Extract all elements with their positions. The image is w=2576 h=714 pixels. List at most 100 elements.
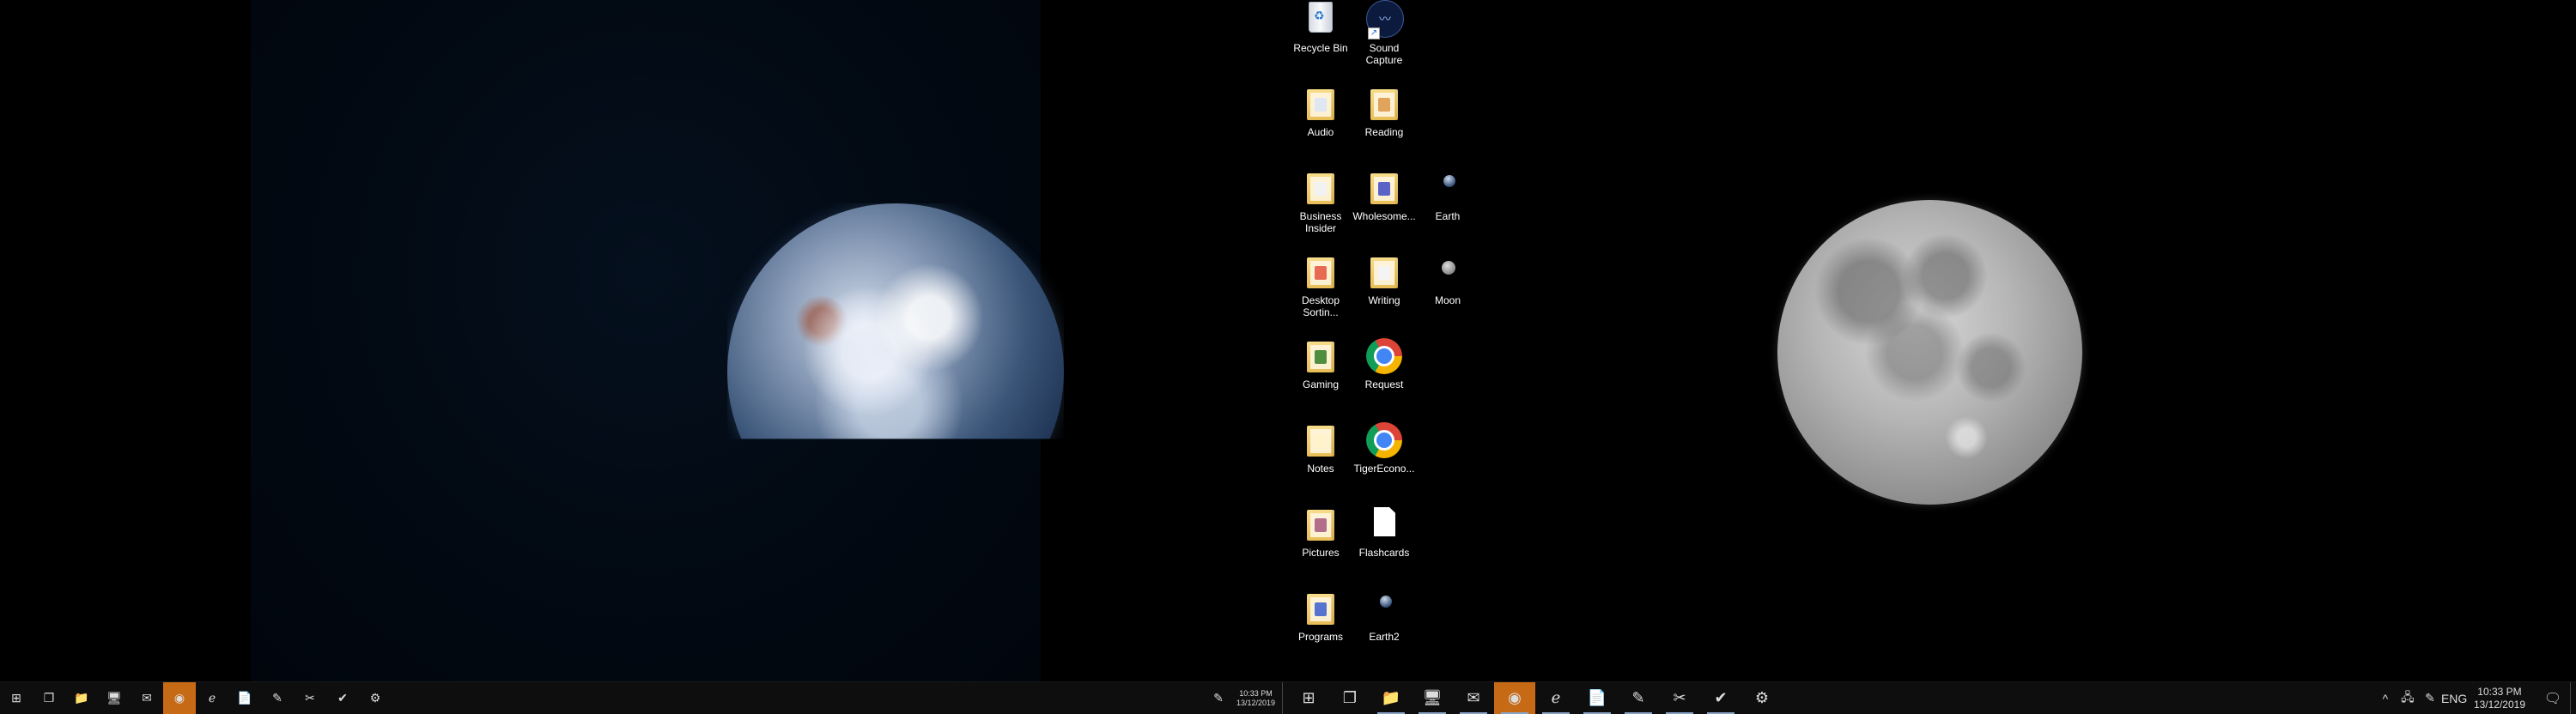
- desktop-icon-label: Desktop Sortin...: [1301, 294, 1340, 318]
- desktop-icon-flashcards[interactable]: Flashcards: [1352, 505, 1417, 559]
- desktop-icon-desktop-sorting[interactable]: Desktop Sortin...: [1288, 252, 1353, 318]
- settings-taskbar-button[interactable]: ⚙: [1741, 682, 1783, 714]
- desktop-icon-tigerecono[interactable]: TigerEcono...: [1352, 421, 1417, 475]
- checkmark-taskbar-button[interactable]: ✔: [1700, 682, 1741, 714]
- monitor-app-button[interactable]: 🖥: [98, 682, 131, 714]
- image-icon: [1428, 168, 1467, 208]
- earth-wallpaper: [251, 0, 1064, 682]
- right-monitor: Recycle Bin 〰↗ Sound Capture Audio Readi…: [1288, 0, 2576, 714]
- clock-time: 10:33 PM: [2477, 685, 2522, 698]
- document-taskbar-button[interactable]: 📄: [1577, 682, 1618, 714]
- desktop-icon-label: Earth: [1435, 210, 1461, 222]
- desktop-icon-earth2[interactable]: Earth2: [1352, 589, 1417, 643]
- earth-image: [727, 203, 1064, 439]
- folder-icon: [1301, 421, 1340, 460]
- chrome-taskbar-button[interactable]: ◉: [1494, 682, 1535, 714]
- desktop-icon-notes[interactable]: Notes: [1288, 421, 1353, 475]
- document-taskbar-button[interactable]: 📄: [228, 682, 261, 714]
- mail-app-button[interactable]: ✉: [1453, 682, 1494, 714]
- folder-icon: [1364, 252, 1404, 292]
- desktop-icon-earth[interactable]: Earth: [1415, 168, 1480, 222]
- pen-icon[interactable]: ✎: [2419, 691, 2441, 705]
- desktop-icon-moon[interactable]: Moon: [1415, 252, 1480, 306]
- checkmark-taskbar-button[interactable]: ✔: [326, 682, 359, 714]
- recycle-bin-icon: [1301, 0, 1340, 39]
- desktop-icon-label: Audio: [1307, 126, 1334, 138]
- desktop-icon-label: Reading: [1364, 126, 1404, 138]
- desktop-icon-recycle-bin[interactable]: Recycle Bin: [1288, 0, 1353, 54]
- snip-taskbar-button[interactable]: ✂: [294, 682, 326, 714]
- desktop-icon-label: Writing: [1368, 294, 1400, 306]
- clock-left[interactable]: 10:33 PM 13/12/2019: [1230, 689, 1282, 708]
- pen-tablet-taskbar-button[interactable]: ✎: [261, 682, 294, 714]
- desktop-icon-pictures[interactable]: Pictures: [1288, 505, 1353, 559]
- image-icon: [1428, 252, 1467, 292]
- folder-icon: [1301, 252, 1340, 292]
- start-button[interactable]: ⊞: [0, 682, 33, 714]
- folder-icon: [1364, 168, 1404, 208]
- desktop-icon-label: Pictures: [1302, 547, 1340, 559]
- chrome-taskbar-button[interactable]: ◉: [163, 682, 196, 714]
- folder-icon: [1301, 336, 1340, 376]
- monitor-app-button[interactable]: 🖥: [1412, 682, 1453, 714]
- desktop-icon-label: Programs: [1297, 631, 1343, 643]
- tray-left: ✎ 10:33 PM 13/12/2019: [1207, 682, 1288, 714]
- desktop-icon-sound-capture[interactable]: 〰 ↗ Sound Capture: [1352, 0, 1417, 66]
- desktop-icon-audio[interactable]: Audio: [1288, 84, 1353, 138]
- folder-icon: [1364, 84, 1404, 124]
- desktop-icon-label: Business Insider: [1299, 210, 1342, 234]
- system-tray: ^ 🖧 ✎ ENG 10:33 PM 13/12/2019 🗨: [2374, 682, 2576, 714]
- desktop-icon-label: TigerEcono...: [1353, 463, 1415, 475]
- folder-icon: [1301, 168, 1340, 208]
- desktop-icon-gaming[interactable]: Gaming: [1288, 336, 1353, 390]
- desktop-icon-request[interactable]: Request: [1352, 336, 1417, 390]
- desktop-icon-label: Notes: [1307, 463, 1334, 475]
- folder-icon: [1301, 84, 1340, 124]
- edge-taskbar-button[interactable]: ℯ: [1535, 682, 1577, 714]
- pen-icon[interactable]: ✎: [1207, 691, 1230, 705]
- clock[interactable]: 10:33 PM 13/12/2019: [2464, 686, 2536, 711]
- network-icon[interactable]: 🖧: [2397, 688, 2419, 709]
- clock-date: 13/12/2019: [2473, 698, 2525, 711]
- clock-time-left: 10:33 PM: [1239, 688, 1273, 698]
- chevron-up-icon[interactable]: ^: [2374, 692, 2397, 705]
- snip-taskbar-button[interactable]: ✂: [1659, 682, 1700, 714]
- folder-icon: [1301, 589, 1340, 628]
- desktop-icon-wholesome[interactable]: Wholesome...: [1352, 168, 1417, 222]
- document-icon: [1364, 505, 1404, 544]
- desktop-icon-business-insider[interactable]: Business Insider: [1288, 168, 1353, 234]
- task-view-button[interactable]: ❐: [1329, 682, 1370, 714]
- image-icon: [1364, 589, 1404, 628]
- clock-date-left: 13/12/2019: [1236, 698, 1275, 707]
- chrome-icon: [1364, 421, 1404, 460]
- folder-icon: [1301, 505, 1340, 544]
- show-desktop-left[interactable]: [1282, 682, 1288, 714]
- left-monitor: ⊞ ❐ 📁 🖥 ✉ ◉ ℯ 📄 ✎ ✂ ✔ ⚙ ✎ 10:33 PM 13/12…: [0, 0, 1288, 714]
- pen-tablet-taskbar-button[interactable]: ✎: [1618, 682, 1659, 714]
- file-explorer-button[interactable]: 📁: [1370, 682, 1412, 714]
- desktop-icon-label: Sound Capture: [1365, 42, 1403, 66]
- taskbar-right: ⊞ ❐ 📁 🖥 ✉ ◉ ℯ 📄 ✎ ✂ ✔ ⚙ ^ 🖧 ✎ ENG 10:33 …: [1288, 681, 2576, 714]
- file-explorer-button[interactable]: 📁: [65, 682, 98, 714]
- desktop-icon-label: Recycle Bin: [1293, 42, 1348, 54]
- settings-taskbar-button[interactable]: ⚙: [359, 682, 392, 714]
- chrome-icon: [1364, 336, 1404, 376]
- show-desktop-right[interactable]: [2570, 682, 2576, 714]
- desktop-icon-label: Gaming: [1302, 378, 1340, 390]
- desktop-icon-reading[interactable]: Reading: [1352, 84, 1417, 138]
- language-indicator[interactable]: ENG: [2441, 692, 2467, 705]
- moon-wallpaper: [1777, 200, 2082, 505]
- desktop-icon-label: Earth2: [1369, 631, 1400, 643]
- edge-taskbar-button[interactable]: ℯ: [196, 682, 228, 714]
- sound-capture-icon: 〰 ↗: [1364, 0, 1404, 39]
- mail-app-button[interactable]: ✉: [131, 682, 163, 714]
- desktop-icon-writing[interactable]: Writing: [1352, 252, 1417, 306]
- start-button[interactable]: ⊞: [1288, 682, 1329, 714]
- action-center-icon[interactable]: 🗨: [2536, 690, 2570, 707]
- task-view-button[interactable]: ❐: [33, 682, 65, 714]
- desktop-icon-programs[interactable]: Programs: [1288, 589, 1353, 643]
- taskbar-left: ⊞ ❐ 📁 🖥 ✉ ◉ ℯ 📄 ✎ ✂ ✔ ⚙ ✎ 10:33 PM 13/12…: [0, 681, 1288, 714]
- desktop-icon-label: Request: [1364, 378, 1404, 390]
- desktop-icon-label: Wholesome...: [1352, 210, 1416, 222]
- desktop-icon-label: Flashcards: [1358, 547, 1410, 559]
